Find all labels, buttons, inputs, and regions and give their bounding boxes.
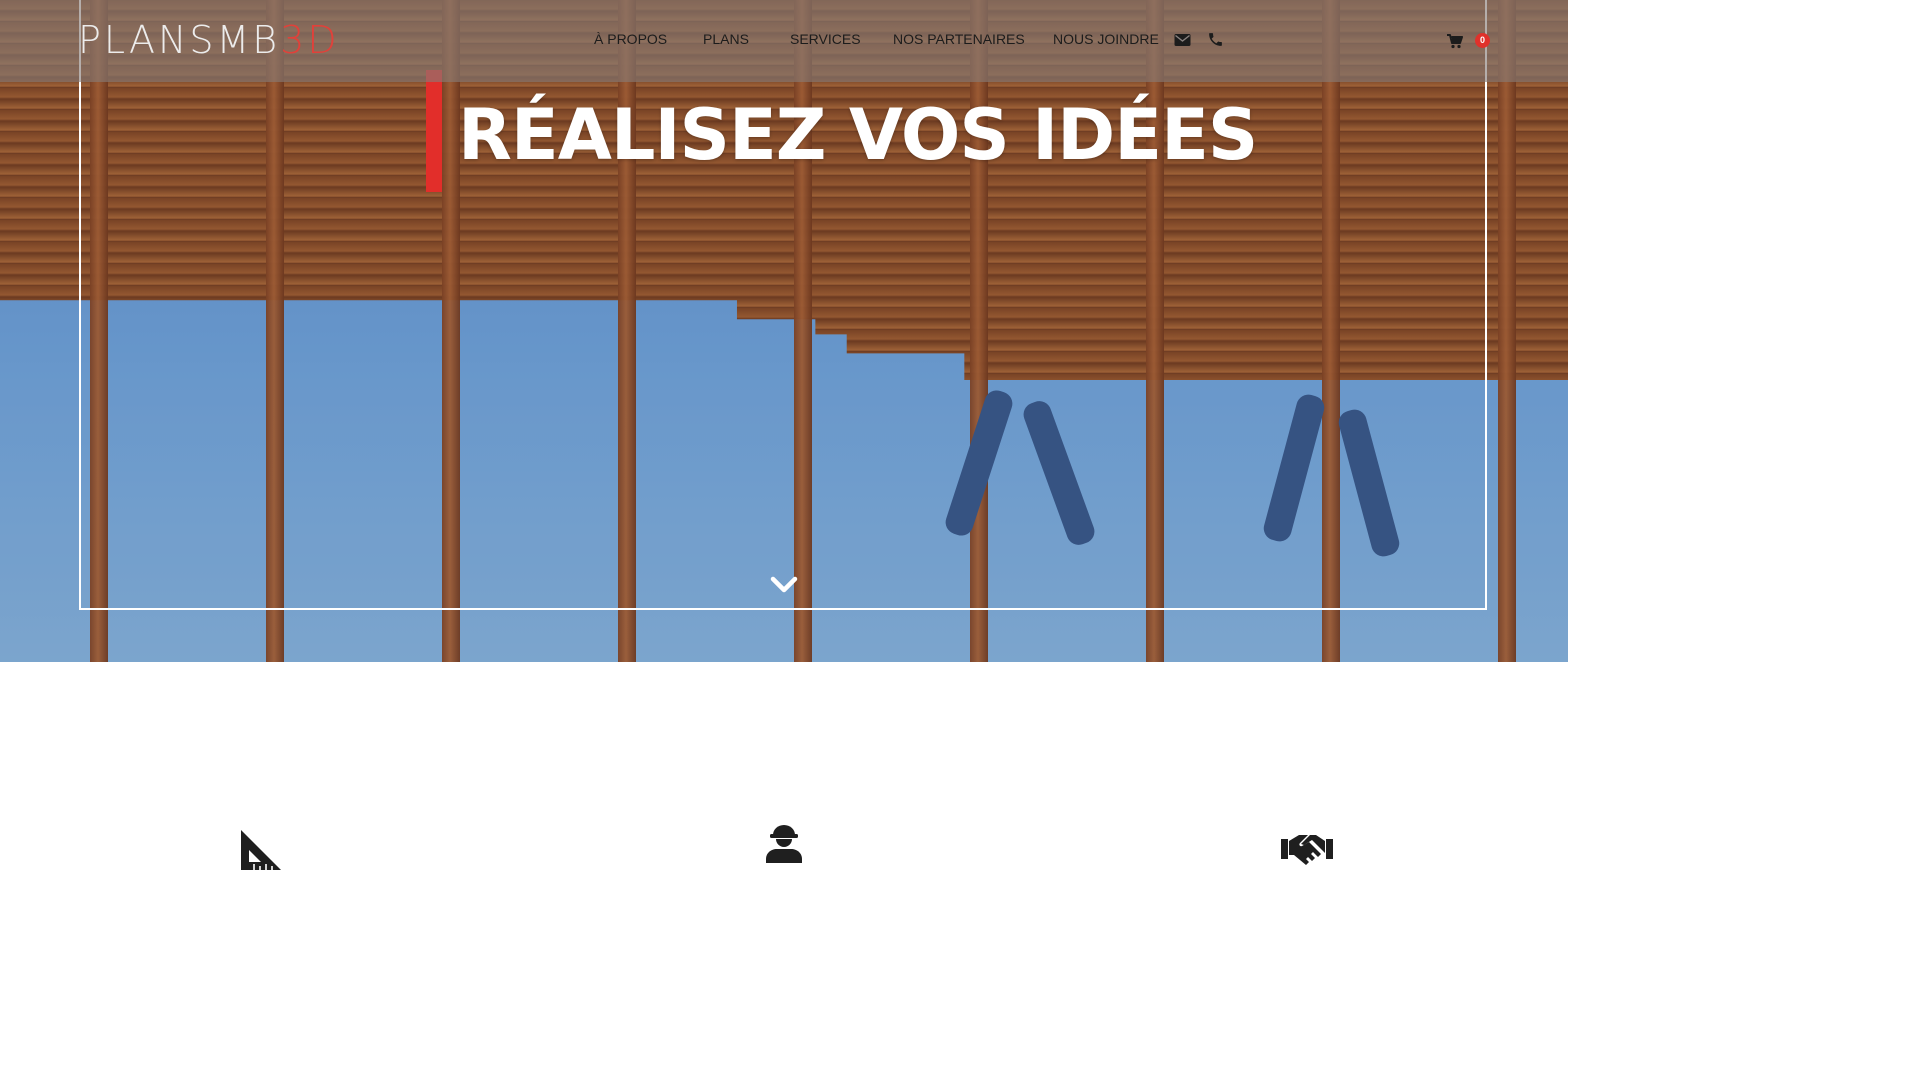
- cart-count-badge: 0: [1475, 33, 1490, 48]
- cart-icon[interactable]: [1447, 34, 1463, 54]
- hero-headline: RÉALISEZ VOS IDÉES: [458, 94, 1258, 176]
- hero-section: RÉALISEZ VOS IDÉES: [0, 0, 1568, 662]
- hero-frame: [79, 0, 1487, 610]
- envelope-icon[interactable]: [1174, 33, 1191, 52]
- set-square-ruler-icon: [240, 829, 282, 876]
- site-logo[interactable]: PLANSMB 3D: [78, 18, 340, 62]
- nav-item-services[interactable]: SERVICES: [790, 31, 861, 47]
- construction-worker-icon: [765, 821, 803, 868]
- top-navbar: PLANSMB 3D À PROPOS PLANS SERVICES NOS PA…: [0, 0, 1568, 82]
- nav-item-a-propos[interactable]: À PROPOS: [594, 31, 667, 47]
- nav-item-plans[interactable]: PLANS: [703, 31, 749, 47]
- handshake-icon: [1280, 831, 1334, 872]
- headline-accent-bar: [426, 70, 442, 192]
- chevron-down-icon[interactable]: [769, 572, 799, 603]
- nav-item-nous-joindre[interactable]: NOUS JOINDRE: [1053, 31, 1159, 47]
- logo-text-main: PLANSMB: [78, 18, 281, 62]
- logo-text-accent: 3D: [280, 18, 340, 62]
- phone-icon[interactable]: [1207, 31, 1224, 53]
- nav-item-nos-partenaires[interactable]: NOS PARTENAIRES: [893, 31, 1025, 47]
